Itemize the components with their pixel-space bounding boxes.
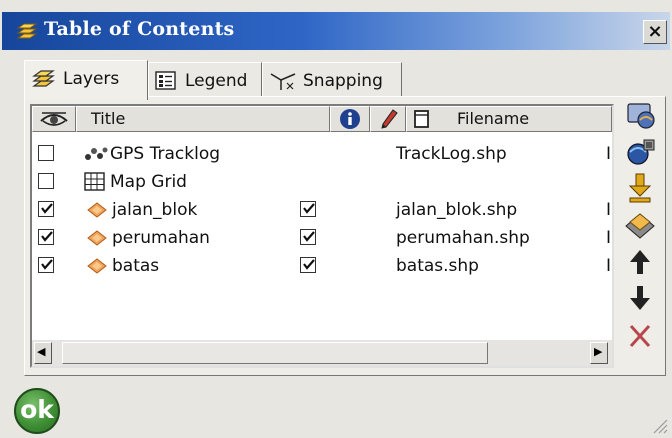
table-of-contents-window: Table of Contents × Layers Legend Snappi… bbox=[0, 0, 672, 438]
shapefile-layer-icon bbox=[87, 202, 107, 218]
arrow-left-icon: ◀ bbox=[37, 345, 46, 358]
layer-extra: I bbox=[606, 256, 612, 276]
move-down-icon bbox=[630, 286, 650, 310]
column-header-filename[interactable]: Filename bbox=[406, 106, 612, 132]
visibility-checkbox[interactable] bbox=[38, 145, 54, 161]
snapping-icon bbox=[270, 73, 296, 90]
delete-layer-button[interactable] bbox=[622, 320, 662, 356]
move-down-layer-icon bbox=[628, 173, 652, 203]
layer-title: GPS Tracklog bbox=[110, 144, 221, 164]
pencil-icon bbox=[381, 109, 398, 129]
scrollbar-thumb[interactable] bbox=[62, 342, 488, 364]
layer-filename: jalan_blok.shp bbox=[396, 200, 518, 220]
visibility-checkbox-checked[interactable] bbox=[38, 201, 54, 217]
identify-checkbox-checked[interactable] bbox=[300, 229, 316, 245]
scroll-right-button[interactable]: ▶ bbox=[590, 342, 608, 364]
tab-layers-label: Layers bbox=[63, 69, 120, 89]
layer-row-map-grid[interactable]: Map Grid bbox=[32, 170, 612, 196]
identify-checkbox-checked[interactable] bbox=[300, 257, 316, 273]
layer-extra: I bbox=[606, 228, 612, 248]
layer-extra: I bbox=[606, 144, 612, 164]
layer-row-batas[interactable]: batas batas.shp I bbox=[32, 254, 612, 280]
resize-grip-icon[interactable] bbox=[650, 416, 668, 434]
visibility-checkbox[interactable] bbox=[38, 173, 54, 189]
layer-row-jalan-blok[interactable]: jalan_blok jalan_blok.shp I bbox=[32, 198, 612, 224]
layer-toolbar bbox=[620, 98, 668, 366]
column-header-editable[interactable] bbox=[370, 106, 406, 132]
column-header-title-label: Title bbox=[91, 109, 126, 128]
delete-icon bbox=[629, 324, 651, 348]
remove-layer-button[interactable] bbox=[622, 208, 662, 244]
shapefile-layer-icon bbox=[87, 258, 107, 274]
add-layer-button[interactable] bbox=[622, 136, 662, 172]
remove-layer-icon bbox=[625, 213, 655, 239]
layers-stack-icon bbox=[14, 20, 40, 44]
title-bar[interactable]: Table of Contents bbox=[2, 12, 670, 50]
layer-row-perumahan[interactable]: perumahan perumahan.shp I bbox=[32, 226, 612, 252]
tab-legend-label: Legend bbox=[185, 71, 248, 91]
column-header-filename-label: Filename bbox=[457, 109, 530, 128]
ok-button[interactable]: ok bbox=[14, 388, 60, 434]
map-grid-icon bbox=[84, 172, 105, 191]
move-up-icon bbox=[630, 250, 650, 274]
layer-title: Map Grid bbox=[110, 172, 187, 192]
info-icon bbox=[340, 109, 360, 129]
column-header-identify[interactable] bbox=[330, 106, 370, 132]
layer-filename: TrackLog.shp bbox=[396, 144, 507, 164]
tab-legend[interactable]: Legend bbox=[148, 62, 262, 98]
tab-snapping[interactable]: Snapping bbox=[262, 62, 402, 98]
close-icon: × bbox=[647, 21, 663, 42]
file-icon bbox=[414, 110, 429, 128]
close-button[interactable]: × bbox=[643, 20, 667, 44]
tab-snapping-label: Snapping bbox=[303, 71, 383, 91]
eye-icon bbox=[40, 112, 68, 126]
layers-icon bbox=[32, 70, 55, 87]
move-down-button[interactable] bbox=[622, 282, 662, 318]
tab-layers[interactable]: Layers bbox=[24, 60, 148, 100]
window-title: Table of Contents bbox=[44, 18, 235, 40]
layer-filename: batas.shp bbox=[396, 256, 479, 276]
horizontal-scrollbar[interactable]: ◀ ▶ bbox=[32, 340, 612, 366]
visibility-checkbox-checked[interactable] bbox=[38, 257, 54, 273]
layer-filename: perumahan.shp bbox=[396, 228, 530, 248]
identify-checkbox-checked[interactable] bbox=[300, 201, 316, 217]
scroll-left-button[interactable]: ◀ bbox=[34, 342, 52, 364]
gps-tracklog-icon bbox=[85, 147, 108, 160]
layer-title: jalan_blok bbox=[112, 200, 198, 220]
add-layer-icon bbox=[627, 139, 655, 165]
layer-title: batas bbox=[112, 256, 160, 276]
legend-icon bbox=[155, 71, 176, 90]
ok-label: ok bbox=[20, 395, 54, 424]
layer-title: perumahan bbox=[112, 228, 210, 248]
move-layer-down-button[interactable] bbox=[622, 172, 662, 208]
layer-properties-button[interactable] bbox=[622, 100, 662, 136]
column-header-title[interactable]: Title bbox=[76, 106, 330, 132]
layer-row-gps-tracklog[interactable]: GPS Tracklog TrackLog.shp I bbox=[32, 142, 612, 168]
layer-properties-icon bbox=[627, 103, 655, 129]
shapefile-layer-icon bbox=[87, 230, 107, 246]
column-header-visibility[interactable] bbox=[32, 106, 76, 132]
visibility-checkbox-checked[interactable] bbox=[38, 229, 54, 245]
layer-extra: I bbox=[606, 200, 612, 220]
move-up-button[interactable] bbox=[622, 246, 662, 282]
arrow-right-icon: ▶ bbox=[594, 345, 603, 358]
layers-list[interactable]: Title Filename GPS Tracklog TrackLog.shp… bbox=[30, 104, 614, 368]
